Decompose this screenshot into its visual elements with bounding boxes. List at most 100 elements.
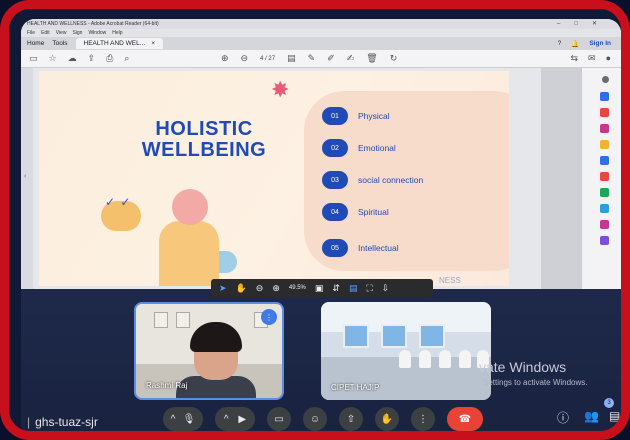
menu-view[interactable]: View [56, 30, 67, 36]
page-down-icon[interactable]: ⊖ [241, 53, 249, 64]
activation-watermark-sub: Settings to activate Windows. [483, 378, 588, 387]
chevron-up-icon[interactable]: ^ [171, 414, 176, 425]
microphone-icon[interactable]: 🎙 [183, 414, 196, 425]
fit-page-icon[interactable]: ▣ [315, 283, 324, 294]
hand-raise-icon: ✋ [380, 413, 394, 425]
scroll-mode-icon[interactable]: ⇵ [332, 283, 340, 294]
page-margin [541, 68, 581, 289]
zoom-in-icon[interactable]: ⊕ [272, 283, 280, 294]
fill-sign-tool-icon[interactable] [600, 220, 609, 229]
cloud-icon[interactable]: ☁ [68, 53, 77, 64]
organize-icon[interactable] [600, 172, 609, 181]
emoji-icon: ☺ [309, 413, 321, 425]
camera-icon[interactable]: ▶ [238, 414, 246, 425]
menu-sign[interactable]: Sign [72, 30, 82, 36]
more-tools-icon[interactable] [600, 236, 609, 245]
zoom-level[interactable]: 49.5% [289, 285, 306, 291]
divider: | [27, 415, 31, 429]
mail-icon[interactable]: ✉ [588, 53, 596, 64]
chat-icon[interactable]: ▤ [609, 409, 620, 423]
camera-button[interactable]: ^ ▶ [215, 407, 255, 431]
comment-icon[interactable]: ▤ [287, 53, 296, 64]
tab-home[interactable]: Home [27, 40, 44, 47]
participants-badge: 3 [604, 398, 614, 408]
tools-panel [581, 68, 621, 289]
list-item: 03 social connection [322, 171, 423, 189]
star-icon[interactable]: ☆ [49, 53, 57, 64]
zoom-icon[interactable] [602, 76, 609, 83]
slide-page: ✸ ✦ ✦ HOLISTIC WELLBEING 01 Physical 02 … [39, 71, 509, 286]
people-icon[interactable]: 👥 [584, 409, 599, 423]
sign-in-link[interactable]: Sign In [589, 40, 611, 47]
menu-file[interactable]: File [27, 30, 35, 36]
hand-icon[interactable]: ✋ [236, 283, 247, 294]
menu-help[interactable]: Help [112, 30, 122, 36]
wall-frame [154, 312, 168, 328]
fill-sign-icon[interactable]: ✍ [347, 53, 355, 64]
page-up-icon[interactable]: ⊕ [221, 53, 229, 64]
search-icon[interactable]: ⌕ [124, 53, 129, 64]
meeting-code-text: ghs-tuaz-sjr [35, 415, 98, 429]
delete-icon[interactable]: 🗑 [366, 53, 377, 64]
end-call-button[interactable]: ☎ [447, 407, 483, 431]
raise-hand-button[interactable]: ✋ [375, 407, 399, 431]
speaking-indicator-icon: ⋮ [261, 309, 277, 325]
list-item: 05 Intellectual [322, 239, 399, 257]
account-icon[interactable]: ● [606, 53, 611, 64]
export-pdf-icon[interactable] [600, 92, 609, 101]
fullscreen-icon[interactable]: ⛶ [366, 283, 372, 294]
edit-pdf-icon[interactable] [600, 124, 609, 133]
left-panel-toggle[interactable]: ‹ [21, 68, 33, 289]
info-icon[interactable]: ⓘ [557, 409, 569, 426]
download-icon[interactable]: ⇩ [382, 283, 390, 294]
participant-name: Rashmi Raj [146, 381, 188, 390]
floating-toolbar: ➤ ✋ ⊖ ⊕ 49.5% ▣ ⇵ ▤ ⛶ ⇩ [211, 279, 433, 297]
wall-frame [176, 312, 190, 328]
tab-bar: Home Tools HEALTH AND WEL... × ? 🔔 Sign … [21, 37, 621, 50]
item-number: 01 [322, 107, 348, 125]
room-window [381, 324, 407, 348]
present-button[interactable]: ⇧ [339, 407, 363, 431]
upload-icon[interactable]: ⇪ [88, 53, 96, 64]
page-view-icon[interactable]: ▤ [349, 283, 358, 294]
headline-line-1: HOLISTIC [155, 118, 253, 140]
menu-window[interactable]: Window [88, 30, 106, 36]
bell-icon[interactable]: 🔔 [571, 40, 579, 48]
protect-icon[interactable] [600, 204, 609, 213]
zoom-out-icon[interactable]: ⊖ [256, 283, 264, 294]
student-figure [459, 350, 471, 368]
close-icon[interactable]: × [151, 40, 155, 47]
decor-marks-icon: ✓ ✓ [105, 195, 132, 209]
more-options-button[interactable]: ⋮ [411, 407, 435, 431]
new-doc-icon[interactable]: ▭ [29, 53, 38, 64]
item-label: Emotional [358, 143, 396, 153]
item-number: 04 [322, 203, 348, 221]
window-controls[interactable]: –□✕ [557, 20, 611, 27]
page-indicator[interactable]: 4 / 27 [260, 56, 275, 62]
chevron-up-icon[interactable]: ^ [224, 414, 229, 425]
create-pdf-icon[interactable] [600, 108, 609, 117]
captions-button[interactable]: ▭ [267, 407, 291, 431]
tab-tools[interactable]: Tools [52, 40, 67, 47]
tab-document[interactable]: HEALTH AND WEL... × [75, 38, 163, 49]
item-number: 05 [322, 239, 348, 257]
pen-icon[interactable]: ✎ [308, 53, 316, 64]
laptop-screen: HEALTH AND WELLNESS - Adobe Acrobat Read… [21, 19, 621, 431]
highlight-icon[interactable]: ✐ [327, 53, 335, 64]
share-icon[interactable]: ⇆ [570, 53, 578, 64]
menu-bar: File Edit View Sign Window Help [21, 29, 621, 37]
menu-edit[interactable]: Edit [41, 30, 50, 36]
expand-icon[interactable]: ‹ [24, 173, 26, 180]
comment-tool-icon[interactable] [600, 140, 609, 149]
help-icon[interactable]: ? [558, 40, 562, 47]
scan-icon[interactable] [600, 188, 609, 197]
select-arrow-icon[interactable]: ➤ [219, 283, 227, 294]
emoji-button[interactable]: ☺ [303, 407, 327, 431]
participant-tile[interactable]: CIPET HAJIP [321, 302, 491, 400]
rotate-icon[interactable]: ↻ [390, 53, 398, 64]
microphone-button[interactable]: ^ 🎙 [163, 407, 203, 431]
participant-tile[interactable]: ⋮ Rashmi Raj [134, 302, 284, 400]
print-icon[interactable]: ⎙ [106, 53, 113, 64]
faded-text: NESS [439, 276, 461, 285]
combine-icon[interactable] [600, 156, 609, 165]
